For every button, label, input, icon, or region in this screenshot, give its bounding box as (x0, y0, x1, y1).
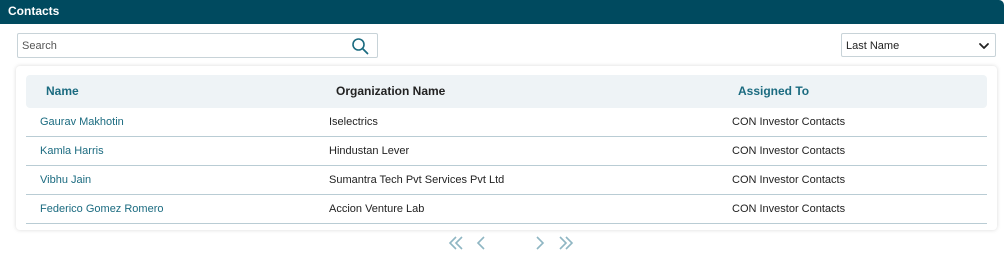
chevron-left-icon (476, 236, 485, 250)
organization-cell: Accion Venture Lab (329, 203, 425, 215)
table-row[interactable]: Vibhu Jain Sumantra Tech Pvt Services Pv… (26, 166, 987, 195)
window-title: Contacts (8, 4, 60, 18)
search-input[interactable] (22, 37, 342, 54)
sort-select[interactable]: Last Name (841, 33, 996, 57)
assigned-to-cell: CON Investor Contacts (732, 174, 846, 186)
organization-cell: Hindustan Lever (329, 145, 410, 157)
assigned-to-cell: CON Investor Contacts (732, 145, 846, 157)
double-chevron-left-icon (448, 236, 463, 250)
double-chevron-right-icon (559, 236, 574, 250)
table-row[interactable]: Federico Gomez Romero Accion Venture Lab… (26, 195, 987, 224)
search-box[interactable] (17, 33, 378, 58)
chevron-down-icon[interactable] (978, 40, 990, 52)
column-header-organization[interactable]: Organization Name (336, 84, 445, 98)
contact-name-link[interactable]: Federico Gomez Romero (40, 203, 164, 215)
organization-cell: Sumantra Tech Pvt Services Pvt Ltd (329, 174, 505, 186)
chevron-right-icon (536, 236, 545, 250)
column-header-name[interactable]: Name (46, 84, 79, 98)
table-row[interactable]: Kamla Harris Hindustan Lever CON Investo… (26, 137, 987, 166)
last-page-button[interactable] (558, 235, 574, 251)
contact-name-link[interactable]: Gaurav Makhotin (40, 116, 124, 128)
organization-cell: Iselectrics (329, 116, 378, 128)
contacts-table: Name Organization Name Assigned To Gaura… (16, 66, 997, 230)
window-titlebar: Contacts (0, 0, 1004, 24)
contact-name-link[interactable]: Vibhu Jain (40, 174, 91, 186)
column-header-assigned-to[interactable]: Assigned To (738, 84, 809, 98)
table-header: Name Organization Name Assigned To (26, 75, 987, 108)
table-row[interactable]: Gaurav Makhotin Iselectrics CON Investor… (26, 108, 987, 137)
assigned-to-cell: CON Investor Contacts (732, 203, 846, 215)
next-page-button[interactable] (534, 235, 546, 251)
contact-name-link[interactable]: Kamla Harris (40, 145, 104, 157)
search-icon[interactable] (351, 37, 369, 55)
sort-selected-value: Last Name (846, 40, 900, 52)
first-page-button[interactable] (448, 235, 464, 251)
previous-page-button[interactable] (475, 235, 487, 251)
assigned-to-cell: CON Investor Contacts (732, 116, 846, 128)
